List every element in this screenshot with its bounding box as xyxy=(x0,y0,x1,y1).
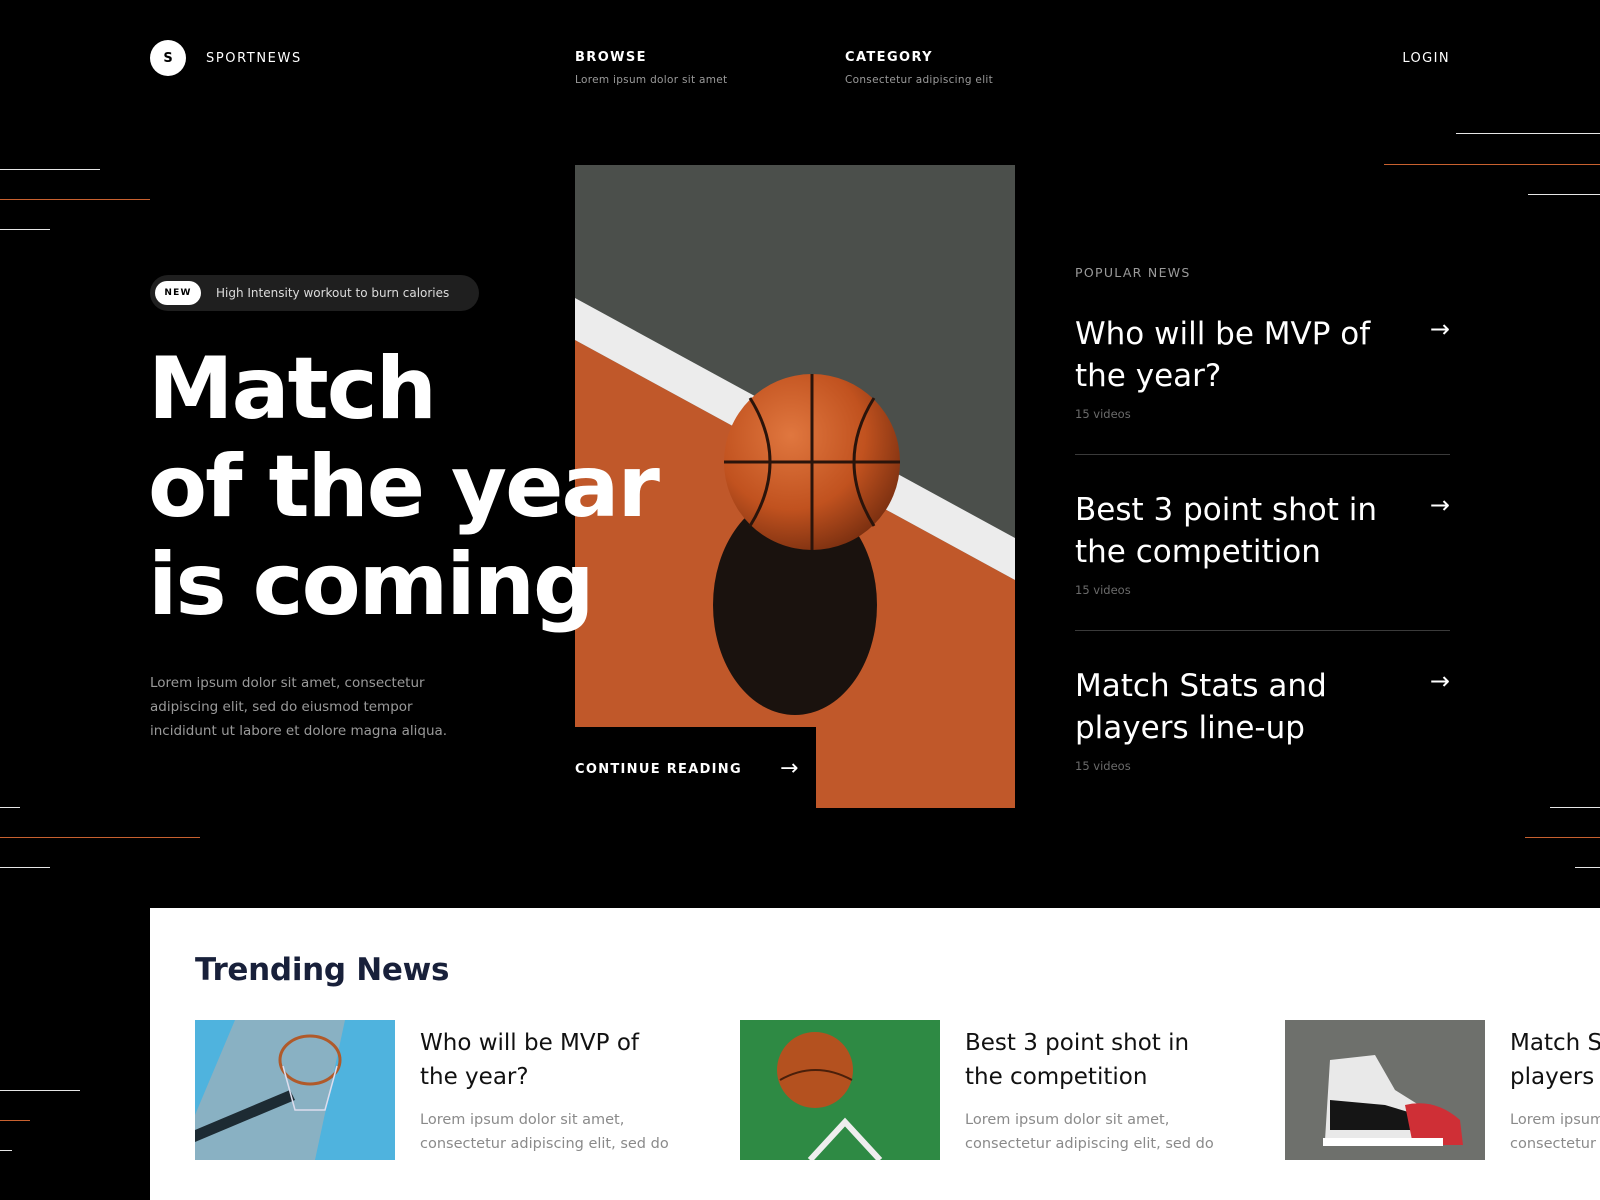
popular-item-meta: 15 videos xyxy=(1075,583,1131,597)
hero-description: Lorem ipsum dolor sit amet, consectetur … xyxy=(150,675,448,739)
divider xyxy=(1075,454,1450,455)
nav-category-title[interactable]: CATEGORY xyxy=(845,50,993,65)
popular-item-meta: 15 videos xyxy=(1075,407,1131,421)
popular-news-heading: POPULAR NEWS xyxy=(1075,265,1191,280)
login-link[interactable]: LOGIN xyxy=(1402,51,1450,66)
promo-text: High Intensity workout to burn calories xyxy=(216,286,450,300)
hero-title: Match of the year is coming xyxy=(148,339,660,635)
trending-card-desc-line: Lorem ipsum dolor sit amet, xyxy=(965,1112,1170,1128)
right-arrow-icon: → xyxy=(779,756,799,781)
trending-card[interactable]: Who will be MVP of the year? Lorem ipsum… xyxy=(195,1020,695,1160)
right-arrow-icon[interactable]: → xyxy=(1430,669,1450,693)
decor-line xyxy=(1575,867,1600,868)
trending-card-title-line: players line-up xyxy=(1510,1064,1600,1090)
popular-item[interactable]: Who will be MVP of the year? 15 videos → xyxy=(1075,313,1450,421)
decor-line xyxy=(1456,133,1600,134)
nav-category[interactable]: CATEGORY Consectetur adipiscing elit xyxy=(845,50,993,86)
decor-line xyxy=(0,1090,80,1091)
popular-item-meta: 15 videos xyxy=(1075,759,1131,773)
trending-card-desc-line: consectetur adipiscing elit, sed do xyxy=(965,1136,1214,1152)
trending-card-title[interactable]: Who will be MVP of the year? xyxy=(420,1026,690,1094)
logo[interactable]: S xyxy=(150,40,186,76)
nav-category-subtitle: Consectetur adipiscing elit xyxy=(845,74,994,86)
trending-card-title-line: Match Stats and xyxy=(1510,1030,1600,1056)
decor-line xyxy=(0,807,20,808)
decor-line xyxy=(0,1150,12,1151)
trending-section: Trending News Who will be MVP of the yea… xyxy=(150,908,1600,1200)
decor-line xyxy=(1528,194,1600,195)
right-arrow-icon[interactable]: → xyxy=(1430,317,1450,341)
trending-card-title[interactable]: Match Stats and players line-up xyxy=(1510,1026,1600,1094)
hoop-image xyxy=(195,1020,395,1160)
trending-card-desc: Lorem ipsum dolor sit amet, consectetur … xyxy=(1510,1108,1600,1156)
right-arrow-icon[interactable]: → xyxy=(1430,493,1450,517)
hero-title-line: of the year xyxy=(148,437,660,537)
decor-line xyxy=(0,169,100,170)
promo-badge[interactable]: NEW High Intensity workout to burn calor… xyxy=(150,275,479,311)
divider xyxy=(1075,630,1450,631)
nav-browse-title[interactable]: BROWSE xyxy=(575,50,727,65)
nav-browse-subtitle: Lorem ipsum dolor sit amet xyxy=(575,74,728,86)
decor-line xyxy=(1550,807,1600,808)
trending-card-title-line: the year? xyxy=(420,1064,529,1090)
trending-card-title-line: Who will be MVP of xyxy=(420,1030,639,1056)
trending-card-desc-line: consectetur adipiscing elit, sed do xyxy=(1510,1136,1600,1152)
popular-item[interactable]: Best 3 point shot in the competition 15 … xyxy=(1075,489,1450,597)
popular-item-title[interactable]: Best 3 point shot in the competition xyxy=(1075,489,1395,573)
trending-card[interactable]: Best 3 point shot in the competition Lor… xyxy=(740,1020,1240,1160)
hero-title-line: is coming xyxy=(148,535,595,635)
decor-line-orange xyxy=(0,837,200,838)
continue-reading-button[interactable]: CONTINUE READING → xyxy=(575,758,798,780)
decor-line-orange xyxy=(0,199,150,200)
nav-browse[interactable]: BROWSE Lorem ipsum dolor sit amet xyxy=(575,50,727,86)
brand-name[interactable]: SPORTNEWS xyxy=(206,51,302,66)
popular-item-title[interactable]: Match Stats and players line-up xyxy=(1075,665,1395,749)
trending-heading: Trending News xyxy=(195,952,450,988)
new-tag: NEW xyxy=(155,281,201,305)
hero-title-line: Match xyxy=(148,339,437,439)
decor-line-orange xyxy=(0,1120,30,1121)
trending-card-title-line: the competition xyxy=(965,1064,1148,1090)
trending-card[interactable]: Match Stats and players line-up Lorem ip… xyxy=(1285,1020,1600,1160)
trending-card-title-line: Best 3 point shot in xyxy=(965,1030,1190,1056)
decor-line-orange xyxy=(1384,164,1600,165)
trending-card-desc: Lorem ipsum dolor sit amet, consectetur … xyxy=(965,1108,1235,1156)
trending-card-desc-line: Lorem ipsum dolor sit amet, xyxy=(420,1112,625,1128)
continue-reading-label: CONTINUE READING xyxy=(575,761,742,777)
decor-line xyxy=(0,229,50,230)
decor-line xyxy=(0,867,50,868)
trending-card-desc: Lorem ipsum dolor sit amet, consectetur … xyxy=(420,1108,690,1156)
sneaker-image xyxy=(1285,1020,1485,1160)
decor-line-orange xyxy=(1525,837,1600,838)
trending-card-desc-line: consectetur adipiscing elit, sed do xyxy=(420,1136,669,1152)
ball-on-grass-image xyxy=(740,1020,940,1160)
popular-item-title[interactable]: Who will be MVP of the year? xyxy=(1075,313,1395,397)
popular-item[interactable]: Match Stats and players line-up 15 video… xyxy=(1075,665,1450,773)
trending-card-desc-line: Lorem ipsum dolor sit amet, xyxy=(1510,1112,1600,1128)
trending-card-title[interactable]: Best 3 point shot in the competition xyxy=(965,1026,1235,1094)
